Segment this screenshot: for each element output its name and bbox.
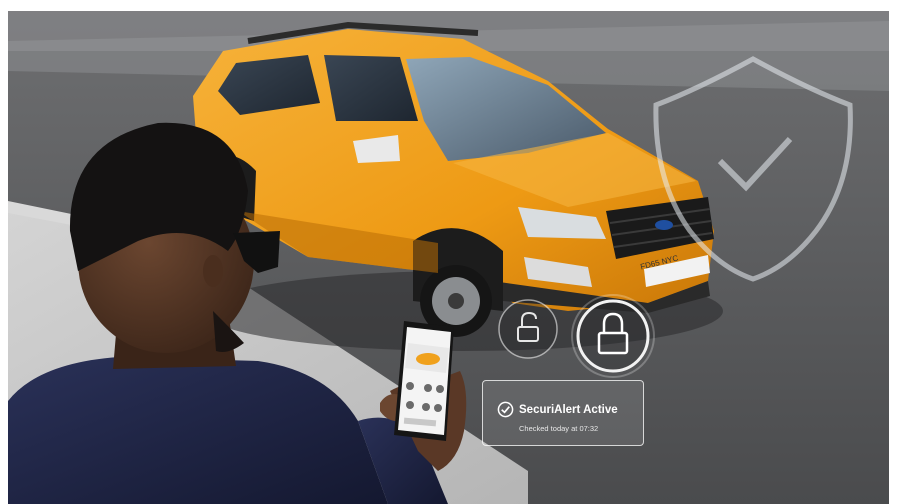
lock-icon[interactable] [571, 294, 655, 378]
securialert-subtitle: Checked today at 07:32 [519, 424, 599, 433]
smartphone[interactable] [394, 321, 454, 441]
scene-illustration [8, 11, 889, 504]
photo-frame: SecuriAlert Active Checked today at 07:3… [8, 11, 889, 504]
securialert-title: SecuriAlert Active [519, 404, 618, 416]
unlock-icon[interactable] [498, 299, 558, 359]
check-circle-icon [497, 401, 514, 418]
securialert-card: SecuriAlert Active Checked today at 07:3… [482, 380, 644, 446]
